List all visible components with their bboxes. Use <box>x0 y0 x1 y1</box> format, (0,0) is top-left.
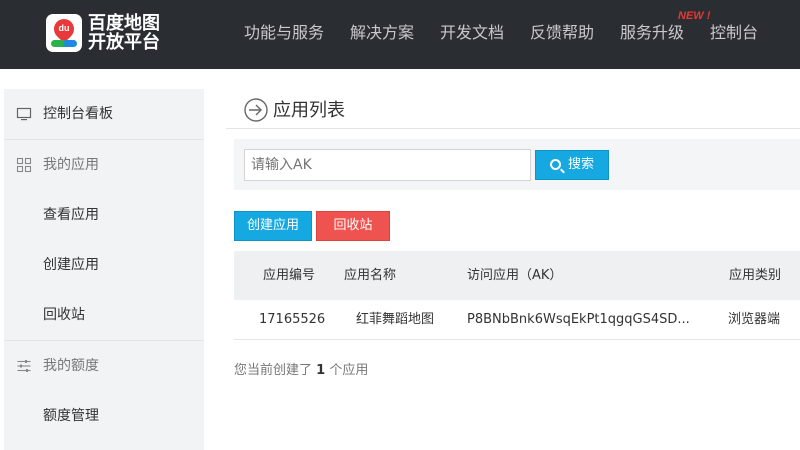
sidebar-group-my-quota[interactable]: 我的额度 <box>4 341 204 391</box>
cell-app-name[interactable]: 红菲舞蹈地图 <box>356 300 434 340</box>
sidebar-item-view-apps[interactable]: 查看应用 <box>4 190 204 240</box>
sidebar-item-recycle-bin[interactable]: 回收站 <box>4 290 204 340</box>
logo-du-mark: du <box>58 23 70 33</box>
column-header-app-name: 应用名称 <box>344 268 397 283</box>
nav-solutions[interactable]: 解决方案 <box>350 23 414 43</box>
column-header-ak: 访问应用（AK） <box>467 268 563 283</box>
search-icon <box>550 159 561 170</box>
title-divider <box>226 128 800 129</box>
sidebar-item-label: 查看应用 <box>43 207 99 223</box>
sidebar-item-label: 控制台看板 <box>43 106 113 122</box>
summary-suffix: 个应用 <box>329 363 369 378</box>
search-button-label: 搜索 <box>568 157 595 172</box>
sidebar: 控制台看板 我的应用 查看应用 创建应用 回收站 我的额度 额度管理 <box>0 69 204 450</box>
monitor-icon <box>16 107 32 121</box>
nav-docs[interactable]: 开发文档 <box>440 23 504 43</box>
logo-wave-icon <box>51 40 77 47</box>
sidebar-item-create-app[interactable]: 创建应用 <box>4 240 204 290</box>
summary-count: 1 <box>316 363 326 378</box>
main-content: 应用列表 搜索 创建应用 回收站 应用编号 应用名称 访问应用（AK） 应用类别… <box>204 69 800 450</box>
nav-features[interactable]: 功能与服务 <box>244 23 324 43</box>
arrow-circle-right-icon <box>244 98 268 122</box>
table-row[interactable]: 17165526 红菲舞蹈地图 P8BNbBnk6WsqEkPt1qgqGS4S… <box>234 300 800 340</box>
sidebar-group-my-apps[interactable]: 我的应用 <box>4 140 204 190</box>
sidebar-item-label: 创建应用 <box>43 257 99 273</box>
top-header: du 百度地图 开放平台 功能与服务 解决方案 开发文档 反馈帮助 服务升级 控… <box>0 0 800 69</box>
cell-app-id: 17165526 <box>259 312 326 327</box>
brand-title[interactable]: 百度地图 开放平台 <box>88 14 160 52</box>
sidebar-item-label: 我的应用 <box>43 157 99 173</box>
cell-app-type: 浏览器端 <box>728 312 781 327</box>
cell-ak[interactable]: P8BNbBnk6WsqEkPt1qgqGS4SD... <box>467 300 690 340</box>
sidebar-item-label: 我的额度 <box>43 358 99 374</box>
page-title: 应用列表 <box>273 100 345 121</box>
sidebar-item-label: 回收站 <box>43 307 85 323</box>
column-header-app-id: 应用编号 <box>263 268 316 283</box>
create-app-button[interactable]: 创建应用 <box>234 211 312 241</box>
nav-upgrade[interactable]: 服务升级 <box>620 23 684 43</box>
nav-feedback[interactable]: 反馈帮助 <box>530 23 594 43</box>
nav-console[interactable]: 控制台 <box>710 23 758 43</box>
search-button[interactable]: 搜索 <box>535 150 609 180</box>
recycle-bin-button[interactable]: 回收站 <box>316 211 390 241</box>
new-badge: NEW ! <box>678 10 711 22</box>
baidu-map-logo-icon[interactable]: du <box>46 14 82 52</box>
sidebar-item-label: 额度管理 <box>43 408 99 424</box>
sidebar-item-dashboard[interactable]: 控制台看板 <box>4 89 204 139</box>
ak-search-input[interactable] <box>244 149 531 181</box>
brand-line-2: 开放平台 <box>88 32 160 53</box>
summary-prefix: 您当前创建了 <box>234 363 313 378</box>
brand-line-1: 百度地图 <box>88 13 160 34</box>
column-header-app-type: 应用类别 <box>729 268 782 283</box>
table-header: 应用编号 应用名称 访问应用（AK） 应用类别 <box>234 251 800 300</box>
sliders-icon <box>17 360 31 372</box>
app-count-summary: 您当前创建了 1 个应用 <box>234 359 368 378</box>
grid-icon <box>16 157 32 173</box>
sidebar-item-quota-management[interactable]: 额度管理 <box>4 391 204 441</box>
